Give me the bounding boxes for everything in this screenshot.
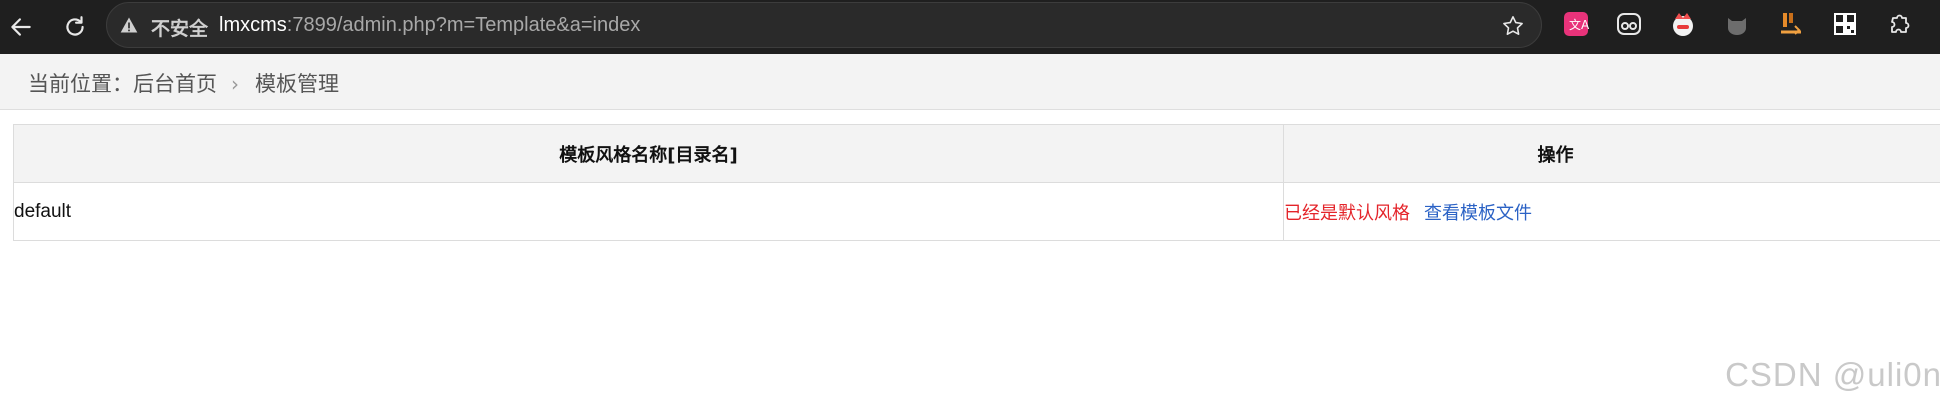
breadcrumb: 当前位置：后台首页 › 模板管理: [28, 68, 339, 98]
glasses-extension[interactable]: [1614, 9, 1644, 39]
watermark: CSDN @uli0n: [1725, 356, 1940, 393]
cat-extension-icon: [1673, 13, 1693, 36]
warning-icon[interactable]: [119, 15, 139, 35]
table-header-row: 模板风格名称[目录名] 操作: [13, 124, 1940, 183]
url-text[interactable]: lmxcms:7899/admin.php?m=Template&a=index: [219, 14, 640, 37]
view-template-files-link[interactable]: 查看模板文件: [1424, 203, 1532, 224]
ghost-extension-icon: [1728, 18, 1746, 35]
back-arrow-icon: [11, 18, 31, 36]
extensions-button[interactable]: [1884, 9, 1914, 39]
default-status-text: 已经是默认风格: [1284, 202, 1410, 224]
bookmark-star-icon[interactable]: [1501, 14, 1525, 38]
puzzle-icon: [1891, 14, 1910, 33]
browser-toolbar: 不安全 lmxcms:7899/admin.php?m=Template&a=i…: [0, 0, 1940, 54]
reload-icon: [66, 16, 84, 36]
translate-extension[interactable]: 文A: [1561, 9, 1591, 39]
template-table: 模板风格名称[目录名] 操作 default 已经是默认风格 查看模板文件: [13, 124, 1940, 241]
actions-cell: 已经是默认风格 查看模板文件: [1283, 182, 1940, 241]
qrcode-extension[interactable]: [1830, 9, 1860, 39]
breadcrumb-home-link[interactable]: 后台首页: [133, 72, 217, 96]
breadcrumb-current: 模板管理: [255, 72, 339, 96]
translate-icon: 文A: [1564, 12, 1590, 36]
ghost-extension[interactable]: [1722, 9, 1752, 39]
download-extension-icon: [1781, 13, 1801, 35]
chevron-right-icon: ›: [231, 72, 239, 96]
cat-extension[interactable]: [1668, 9, 1698, 39]
glasses-extension-icon: [1617, 13, 1641, 35]
template-name-cell: default: [13, 182, 1284, 241]
column-header-template-name: 模板风格名称[目录名]: [13, 124, 1284, 183]
address-bar[interactable]: 不安全 lmxcms:7899/admin.php?m=Template&a=i…: [106, 2, 1542, 48]
column-header-actions: 操作: [1283, 124, 1940, 183]
back-button[interactable]: [4, 10, 38, 44]
breadcrumb-bar: 当前位置：后台首页 › 模板管理: [0, 54, 1940, 110]
qrcode-icon: [1834, 13, 1856, 35]
security-label[interactable]: 不安全: [151, 14, 208, 41]
svg-text:文A: 文A: [1569, 17, 1590, 32]
reload-button[interactable]: [58, 10, 92, 44]
url-path: :7899/admin.php?m=Template&a=index: [286, 14, 641, 36]
url-host: lmxcms: [219, 14, 287, 36]
download-extension[interactable]: [1776, 9, 1806, 39]
breadcrumb-prefix: 当前位置：: [28, 72, 133, 96]
table-row: default 已经是默认风格 查看模板文件: [13, 182, 1940, 241]
